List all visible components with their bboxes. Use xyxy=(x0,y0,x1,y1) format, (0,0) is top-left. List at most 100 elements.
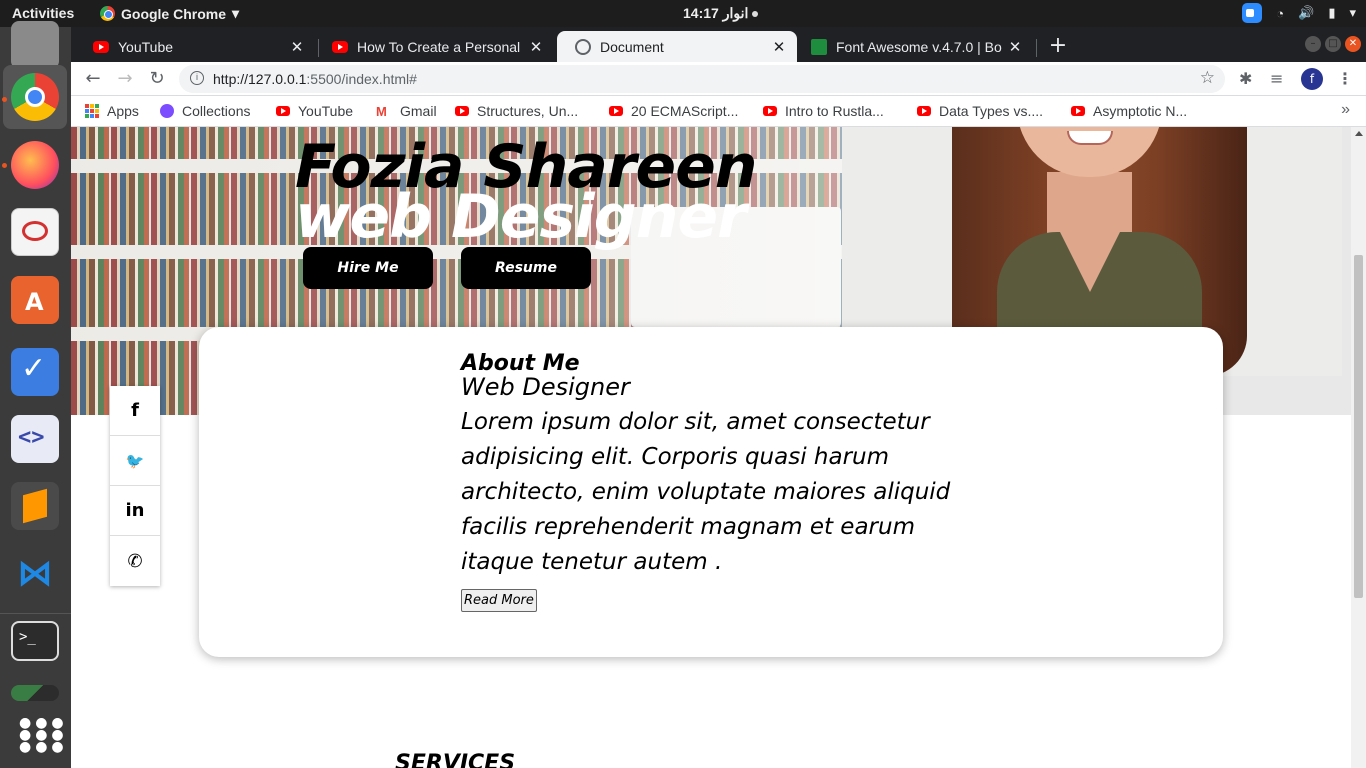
tab-how-to-create[interactable]: How To Create a Personal ✕ xyxy=(314,31,554,62)
page-scrollbar[interactable] xyxy=(1351,127,1366,768)
tab-strip: YouTube ✕ How To Create a Personal ✕ Doc… xyxy=(71,27,1366,62)
about-body: Lorem ipsum dolor sit, amet consectetur … xyxy=(461,409,951,575)
new-tab-button[interactable]: + xyxy=(1048,33,1068,58)
bookmark-label: Intro to Rustla... xyxy=(785,103,884,119)
facebook-icon: f xyxy=(131,400,139,421)
linkedin-icon: in xyxy=(125,500,145,521)
about-card: About Me Web Designer Lorem ipsum dolor … xyxy=(199,327,1223,657)
google-chrome-icon[interactable] xyxy=(11,73,59,121)
tab-youtube[interactable]: YouTube ✕ xyxy=(75,31,315,62)
activities-button[interactable]: Activities xyxy=(12,5,74,21)
app-menu[interactable]: Google Chrome ▾ xyxy=(100,5,239,22)
youtube-icon xyxy=(455,106,469,116)
close-icon[interactable]: ✕ xyxy=(289,38,305,56)
chevron-down-icon: ▾ xyxy=(232,5,240,21)
more-bookmarks-icon[interactable]: » xyxy=(1341,101,1350,119)
bookmark-data-types[interactable]: Data Types vs.... xyxy=(917,103,1043,119)
running-indicator xyxy=(2,163,7,168)
font-awesome-icon xyxy=(811,38,827,55)
tab-title: YouTube xyxy=(118,38,174,55)
clock[interactable]: انوار 14:17 xyxy=(683,5,759,22)
youtube-icon xyxy=(93,40,109,53)
youtube-icon xyxy=(917,106,931,116)
menu-icon[interactable]: ⋮ xyxy=(1337,69,1353,88)
bookmark-star-icon[interactable]: ☆ xyxy=(1200,68,1215,88)
dock: A ✓ <> ⋈ >_ ●●● ●●● ●●● xyxy=(0,21,71,768)
system-monitor-icon[interactable] xyxy=(11,685,59,701)
whatsapp-icon: ✆ xyxy=(127,550,143,572)
bookmark-apps[interactable]: Apps xyxy=(85,103,139,119)
apps-grid-icon xyxy=(85,104,99,118)
resume-button[interactable]: Resume xyxy=(461,247,591,289)
bookmark-ecmascript[interactable]: 20 ECMAScript... xyxy=(609,103,738,119)
whatsapp-link[interactable]: ✆ xyxy=(110,536,160,586)
bookmark-gmail[interactable]: M Gmail xyxy=(376,103,437,119)
back-button[interactable]: ← xyxy=(82,68,104,89)
system-tray[interactable]: ◔ 🔊 ▮ ▾ xyxy=(1242,3,1356,23)
bookmark-label: Gmail xyxy=(400,103,437,119)
twitter-icon: 🐦 xyxy=(125,451,145,470)
dock-separator xyxy=(0,613,71,614)
system-top-bar: Activities Google Chrome ▾ انوار 14:17 ◔… xyxy=(0,0,1366,27)
portrait-smile xyxy=(1067,131,1113,145)
ebook-reader-icon[interactable] xyxy=(11,208,59,256)
terminal-icon[interactable]: >_ xyxy=(11,621,59,661)
bookmark-label: YouTube xyxy=(298,103,354,119)
sublime-text-icon[interactable] xyxy=(11,482,59,530)
tasks-icon[interactable]: ✓ xyxy=(11,348,59,396)
chrome-icon xyxy=(100,6,115,21)
twitter-link[interactable]: 🐦 xyxy=(110,436,160,486)
bookmark-rustlang[interactable]: Intro to Rustla... xyxy=(763,103,884,119)
tab-separator xyxy=(1036,39,1037,57)
bookmark-collections[interactable]: Collections xyxy=(160,103,250,119)
site-info-icon[interactable]: i xyxy=(190,71,204,85)
tab-document[interactable]: Document ✕ xyxy=(557,31,797,62)
volume-icon[interactable]: 🔊 xyxy=(1298,5,1314,21)
browser-toolbar: ← → ↻ i http://127.0.0.1:5500/index.html… xyxy=(71,62,1366,96)
close-icon[interactable]: ✕ xyxy=(528,38,544,56)
bookmark-youtube[interactable]: YouTube xyxy=(276,103,353,119)
app-menu-label: Google Chrome xyxy=(121,5,227,22)
vs-code-icon[interactable]: ⋈ xyxy=(11,549,59,597)
youtube-icon xyxy=(1071,106,1085,116)
social-sidebar: f 🐦 in ✆ xyxy=(110,386,160,586)
media-controls-icon[interactable]: ≡ xyxy=(1270,69,1283,88)
hero-role: web Designer xyxy=(295,182,747,252)
tab-font-awesome[interactable]: Font Awesome v.4.7.0 | Bo ✕ xyxy=(793,31,1033,62)
bookmark-structures[interactable]: Structures, Un... xyxy=(455,103,578,119)
bookmark-asymptotic[interactable]: Asymptotic N... xyxy=(1071,103,1187,119)
minimize-button[interactable]: – xyxy=(1305,36,1321,52)
close-window-button[interactable]: ✕ xyxy=(1345,36,1361,52)
facebook-link[interactable]: f xyxy=(110,386,160,436)
hire-me-button[interactable]: Hire Me xyxy=(303,247,433,289)
url-host: http://127.0.0.1 xyxy=(213,71,307,87)
ubuntu-software-icon[interactable]: A xyxy=(11,276,59,324)
show-applications-icon[interactable]: ●●● ●●● ●●● xyxy=(11,716,64,765)
scrollbar-thumb[interactable] xyxy=(1354,255,1363,598)
bookmark-label: Asymptotic N... xyxy=(1093,103,1188,119)
profile-avatar[interactable]: f xyxy=(1301,68,1323,90)
bookmark-label: Data Types vs.... xyxy=(939,103,1044,119)
chevron-down-icon[interactable]: ▾ xyxy=(1349,5,1356,21)
extensions-icon[interactable]: ✱ xyxy=(1239,69,1252,88)
scroll-up-arrow-icon[interactable] xyxy=(1355,131,1363,136)
youtube-icon xyxy=(609,106,623,116)
linkedin-link[interactable]: in xyxy=(110,486,160,536)
files-icon[interactable] xyxy=(11,21,59,69)
wifi-icon[interactable]: ◔ xyxy=(1276,6,1284,21)
address-bar[interactable]: i http://127.0.0.1:5500/index.html# ☆ xyxy=(179,65,1225,93)
forward-button[interactable]: → xyxy=(114,68,136,89)
tab-title: Font Awesome v.4.7.0 | Bo xyxy=(836,38,1002,55)
portrait-vneck xyxy=(1060,232,1120,292)
firefox-icon[interactable] xyxy=(11,141,59,189)
close-icon[interactable]: ✕ xyxy=(1007,38,1023,56)
reload-button[interactable]: ↻ xyxy=(146,68,168,89)
maximize-button[interactable]: □ xyxy=(1325,36,1341,52)
globe-icon xyxy=(575,38,591,55)
zoom-icon[interactable] xyxy=(1242,3,1263,23)
code-editor-icon[interactable]: <> xyxy=(11,415,59,463)
services-heading: SERVICES xyxy=(395,751,516,768)
battery-icon[interactable]: ▮ xyxy=(1328,5,1335,21)
close-icon[interactable]: ✕ xyxy=(771,38,787,56)
read-more-button[interactable]: Read More xyxy=(461,589,537,612)
